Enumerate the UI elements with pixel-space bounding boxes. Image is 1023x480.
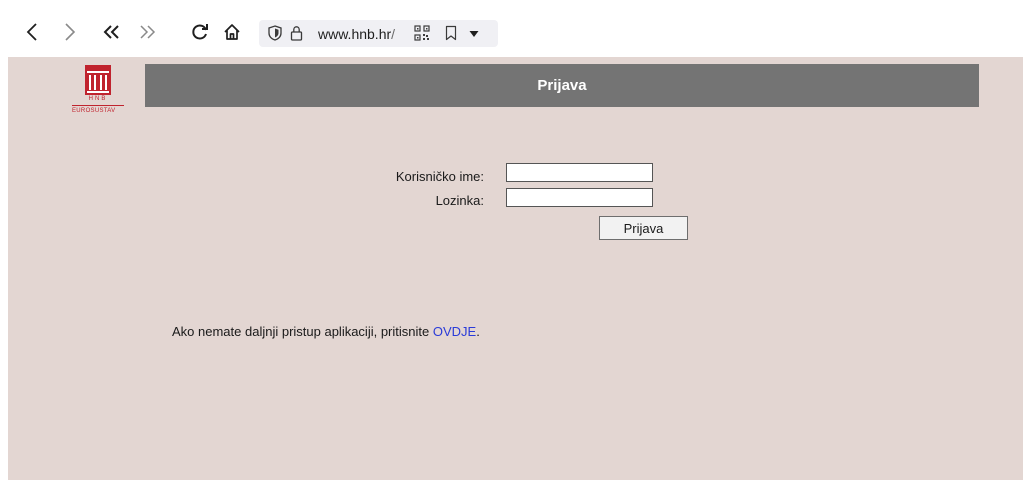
fast-forward-button[interactable]	[135, 20, 159, 44]
url-domain: www.hnb.hr	[318, 26, 392, 42]
address-bar[interactable]: www.hnb.hr/	[259, 20, 498, 47]
back-button[interactable]	[20, 20, 44, 44]
password-label: Lozinka:	[435, 193, 484, 208]
access-info-text: Ako nemate daljnji pristup aplikaciji, p…	[172, 324, 480, 339]
forward-button[interactable]	[58, 20, 82, 44]
rewind-button[interactable]	[100, 20, 124, 44]
caret-down-icon[interactable]	[469, 30, 479, 38]
ovdje-link[interactable]: OVDJE	[433, 324, 476, 339]
double-chevron-right-icon	[140, 25, 156, 39]
username-field[interactable]	[506, 163, 653, 182]
qr-code-icon[interactable]	[414, 25, 430, 41]
double-chevron-left-icon	[103, 25, 119, 39]
login-button[interactable]: Prijava	[599, 216, 688, 240]
access-info-suffix: .	[476, 324, 480, 339]
building-icon	[85, 65, 111, 95]
logo-divider	[72, 105, 124, 106]
username-label: Korisničko ime:	[395, 169, 484, 184]
hnb-logo: HNB EUROSUSTAV	[72, 65, 142, 127]
reload-button[interactable]	[188, 20, 212, 44]
page-title: Prijava	[537, 77, 587, 94]
logo-subtitle: EUROSUSTAV	[72, 108, 116, 114]
header-bar: Prijava	[145, 64, 979, 107]
home-button[interactable]	[220, 20, 244, 44]
chevron-left-icon	[26, 23, 37, 41]
url-path: /	[391, 26, 396, 42]
bookmark-icon[interactable]	[445, 25, 457, 41]
logo-short-name: HNB	[88, 96, 108, 102]
browser-toolbar: www.hnb.hr/	[0, 0, 1023, 57]
access-info-message: Ako nemate daljnji pristup aplikaciji, p…	[172, 324, 433, 339]
shield-icon[interactable]	[268, 25, 282, 41]
page-content: HNB EUROSUSTAV Prijava Korisničko ime: L…	[8, 57, 1023, 480]
reload-icon	[192, 24, 208, 40]
chevron-right-icon	[65, 23, 76, 41]
home-icon	[224, 24, 240, 40]
lock-icon[interactable]	[290, 25, 303, 41]
url-text[interactable]: www.hnb.hr/	[318, 26, 395, 42]
password-field[interactable]	[506, 188, 653, 207]
